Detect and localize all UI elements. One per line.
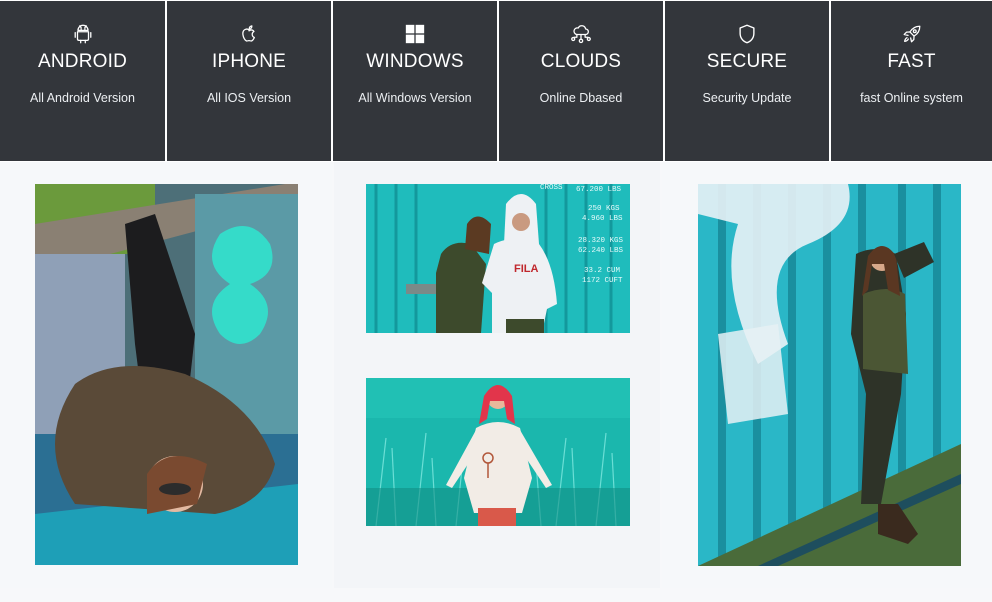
cloud-network-icon	[570, 23, 592, 45]
container-marking: 4.960 LBS	[582, 215, 623, 223]
feature-description: fast Online system	[860, 91, 963, 105]
feature-card-fast[interactable]: FAST fast Online system	[831, 1, 992, 161]
feature-card-clouds[interactable]: CLOUDS Online Dbased	[499, 1, 665, 161]
photo-gallery: 67.200 LBS 250 KGS 4.960 LBS 28.320 KGS …	[0, 162, 992, 602]
feature-title: WINDOWS	[366, 51, 464, 72]
feature-strip: ANDROID All Android Version IPHONE All I…	[0, 0, 992, 162]
feature-card-iphone[interactable]: IPHONE All IOS Version	[167, 1, 333, 161]
shield-icon	[736, 23, 758, 45]
container-marking: 62.240 LBS	[578, 247, 624, 255]
feature-description: Online Dbased	[539, 91, 623, 105]
gallery-column-right	[662, 162, 992, 588]
feature-title: CLOUDS	[540, 51, 622, 72]
feature-title: ANDROID	[37, 51, 127, 72]
container-marking: 250 KGS	[588, 205, 620, 213]
apple-icon	[238, 23, 260, 45]
container-marking: 33.2 CUM	[584, 267, 621, 275]
feature-card-secure[interactable]: SECURE Security Update	[665, 1, 831, 161]
container-marking: 28.320 KGS	[578, 237, 624, 245]
container-marking: 67.200 LBS	[576, 186, 622, 194]
feature-description: Security Update	[702, 91, 792, 105]
container-marking: 1172 CUFT	[582, 277, 623, 285]
rocket-icon	[901, 23, 923, 45]
feature-description: All IOS Version	[206, 91, 292, 105]
feature-title: SECURE	[706, 51, 788, 72]
feature-title: FAST	[887, 51, 936, 72]
photo-woman-in-field[interactable]	[366, 378, 630, 526]
feature-title: IPHONE	[211, 51, 287, 72]
feature-card-android[interactable]: ANDROID All Android Version	[0, 1, 167, 161]
gallery-column-left	[0, 162, 332, 588]
feature-card-windows[interactable]: WINDOWS All Windows Version	[333, 1, 499, 161]
hoodie-brand-text: FILA	[514, 263, 538, 275]
photo-woman-lying-on-stairs[interactable]	[35, 184, 298, 565]
gallery-column-middle: 67.200 LBS 250 KGS 4.960 LBS 28.320 KGS …	[334, 162, 660, 588]
feature-description: All Windows Version	[358, 91, 472, 105]
container-marking: CROSS	[540, 184, 563, 192]
feature-description: All Android Version	[30, 91, 135, 105]
android-icon	[72, 23, 94, 45]
photo-couple-at-containers[interactable]: 67.200 LBS 250 KGS 4.960 LBS 28.320 KGS …	[366, 184, 630, 333]
photo-woman-leaning-on-container[interactable]	[698, 184, 961, 566]
windows-icon	[404, 23, 426, 45]
